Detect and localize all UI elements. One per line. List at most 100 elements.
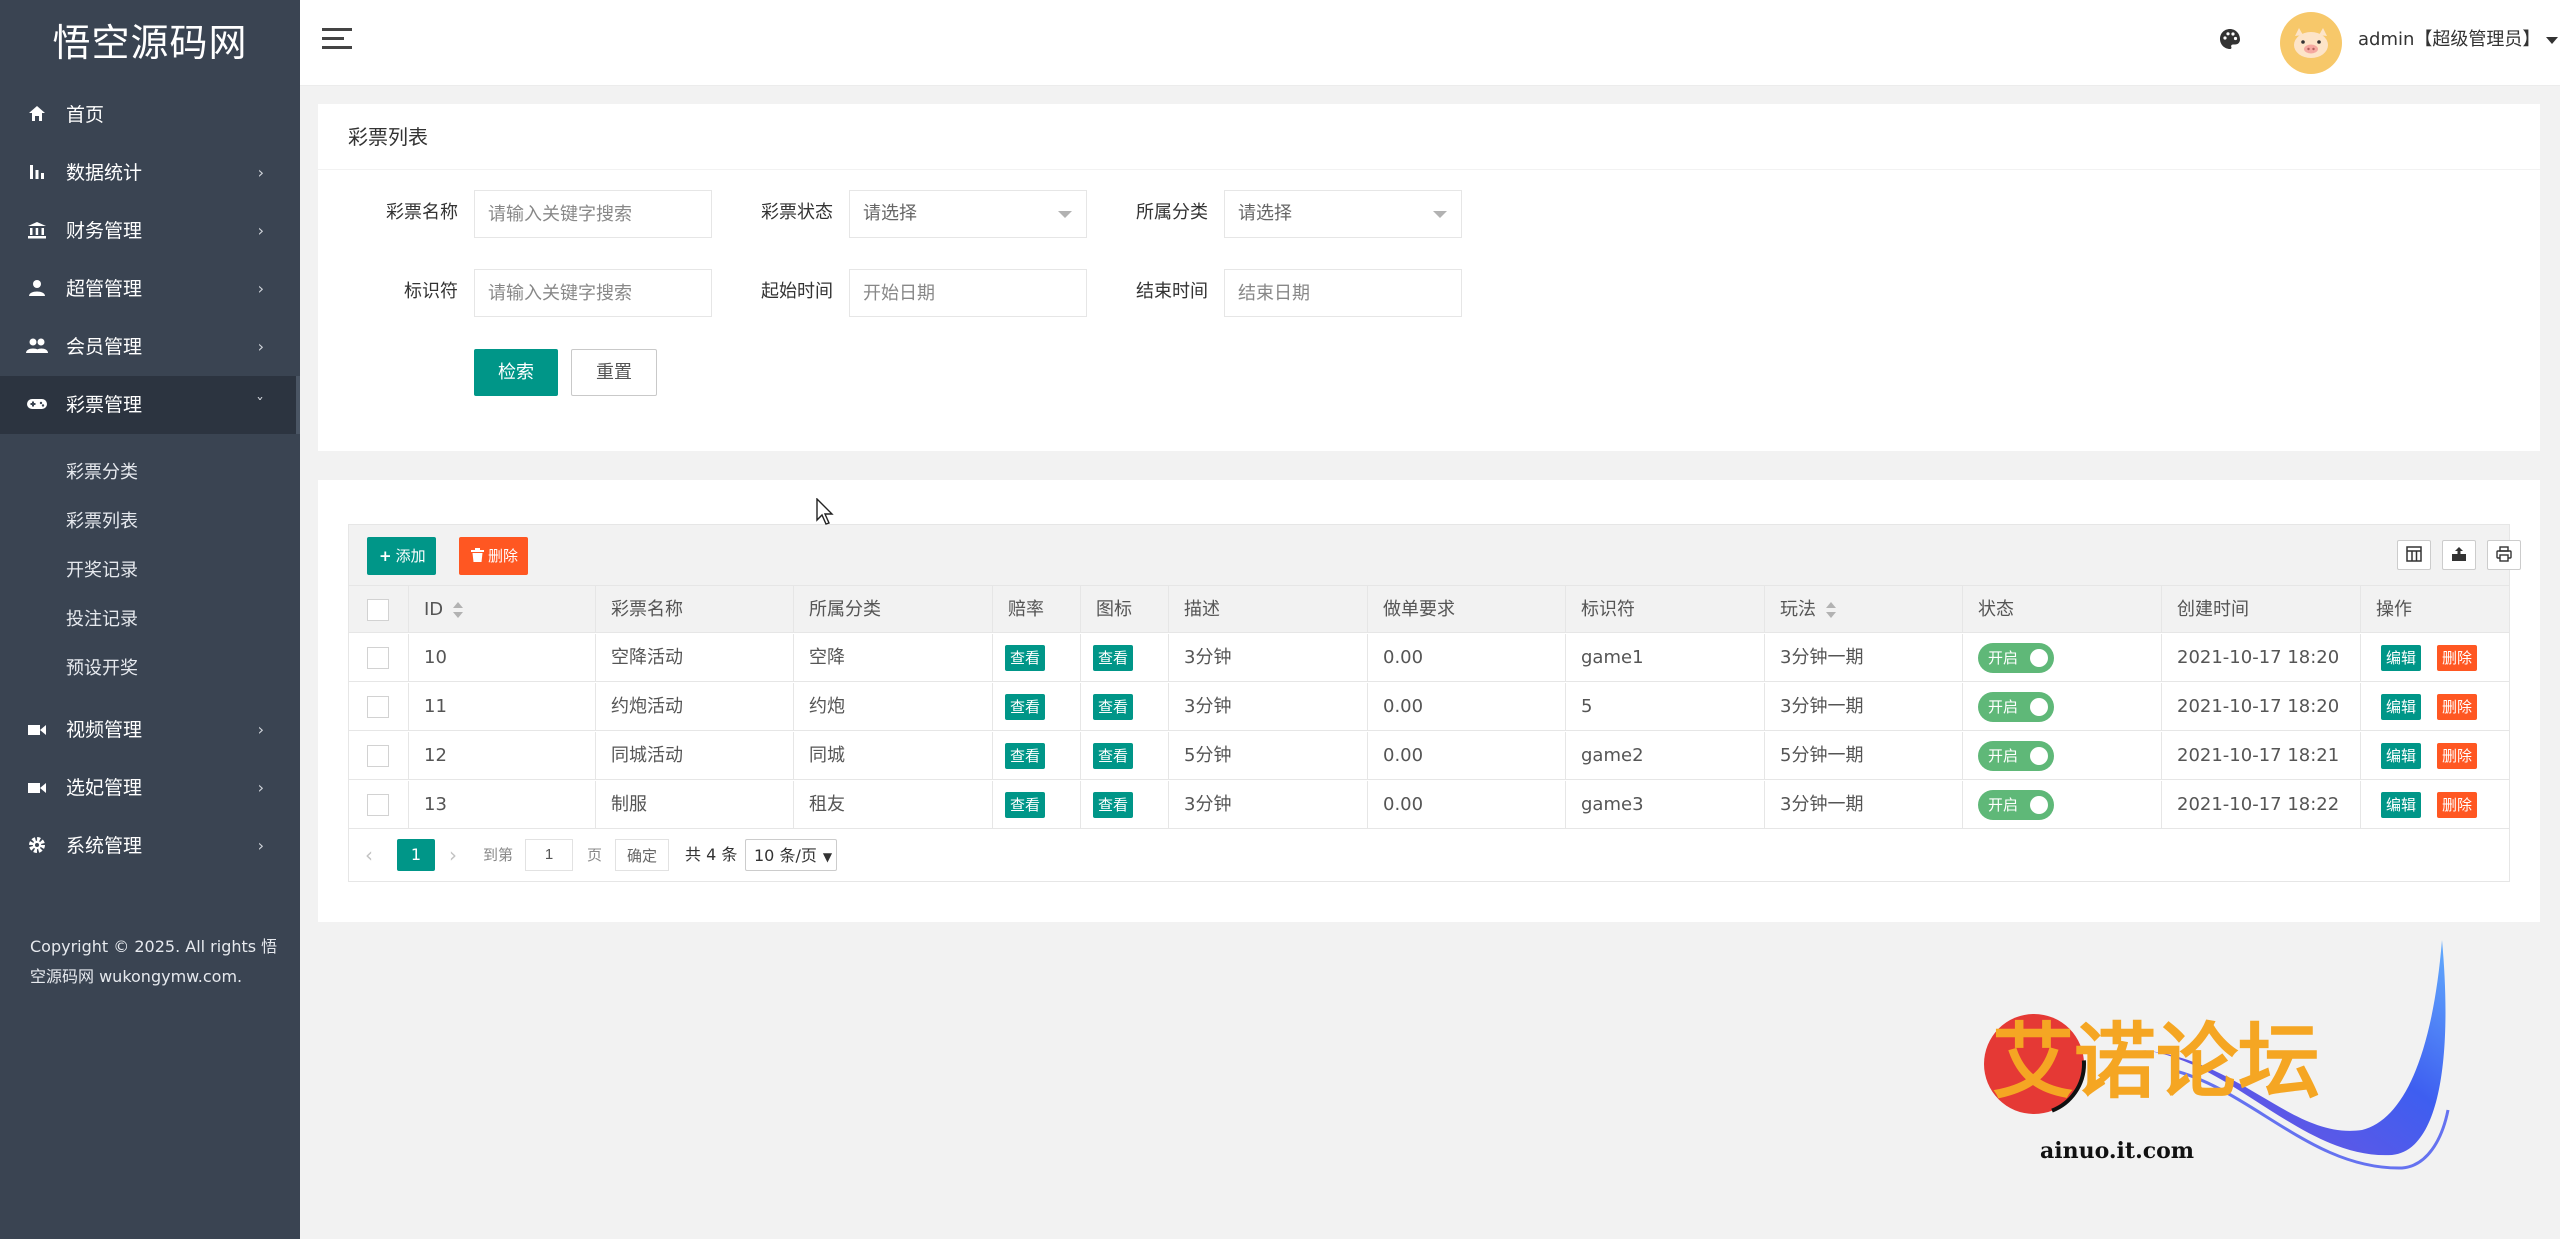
row-checkbox[interactable] xyxy=(367,647,389,669)
view-button[interactable]: 查看 xyxy=(1093,645,1134,671)
reset-button[interactable]: 重置 xyxy=(571,349,657,396)
row-checkbox[interactable] xyxy=(367,794,389,816)
row-created-time: 2021-10-17 18:20 xyxy=(2162,634,2361,681)
view-button[interactable]: 查看 xyxy=(1005,694,1046,720)
submenu-item-preset-draw[interactable]: 预设开奖 xyxy=(0,644,300,693)
row-actions: 编辑 删除 xyxy=(2361,683,2509,730)
user-menu[interactable]: admin【超级管理员】 xyxy=(2358,0,2559,80)
palette-icon[interactable] xyxy=(2218,27,2246,55)
view-button[interactable]: 查看 xyxy=(1005,743,1046,769)
view-button[interactable]: 查看 xyxy=(1005,792,1046,818)
search-button[interactable]: 检索 xyxy=(474,349,558,396)
video-icon xyxy=(26,759,48,817)
delete-button[interactable]: 删除 xyxy=(2437,694,2478,720)
status-select[interactable]: 请选择 xyxy=(849,190,1087,238)
header-play[interactable]: 玩法 xyxy=(1765,586,1963,632)
header-created-time: 创建时间 xyxy=(2162,586,2361,632)
menu-toggle-icon[interactable] xyxy=(322,28,352,58)
bar-chart-icon xyxy=(26,144,48,202)
toggle-knob xyxy=(2030,747,2048,765)
chevron-right-icon: › xyxy=(257,778,264,797)
sidebar-item-concubine[interactable]: 选妃管理 › xyxy=(0,759,300,817)
view-button[interactable]: 查看 xyxy=(1093,694,1134,720)
status-toggle[interactable]: 开启 xyxy=(1978,643,2054,673)
submenu-item-draw-records[interactable]: 开奖记录 xyxy=(0,546,300,595)
edit-button[interactable]: 编辑 xyxy=(2381,743,2422,769)
sidebar-item-members[interactable]: 会员管理 › xyxy=(0,318,300,376)
sidebar-item-label: 彩票管理 xyxy=(66,394,143,416)
export-icon[interactable] xyxy=(2442,540,2476,570)
status-toggle[interactable]: 开启 xyxy=(1978,692,2054,722)
chevron-right-icon: › xyxy=(257,279,264,298)
row-checkbox[interactable] xyxy=(367,745,389,767)
row-created-time: 2021-10-17 18:20 xyxy=(2162,683,2361,730)
delete-button[interactable]: 删除 xyxy=(2437,743,2478,769)
status-toggle-label: 开启 xyxy=(1988,649,2019,667)
odds-view: 查看 xyxy=(993,634,1081,681)
header-order-requirement: 做单要求 xyxy=(1368,586,1566,632)
view-button[interactable]: 查看 xyxy=(1093,792,1134,818)
sidebar-item-statistics[interactable]: 数据统计 › xyxy=(0,144,300,202)
sidebar-item-finance[interactable]: 财务管理 › xyxy=(0,202,300,260)
end-date-input[interactable] xyxy=(1224,269,1462,317)
app-logo[interactable]: 悟空源码网 xyxy=(0,0,300,86)
columns-filter-icon[interactable] xyxy=(2397,540,2431,570)
status-toggle[interactable]: 开启 xyxy=(1978,790,2054,820)
select-all-checkbox[interactable] xyxy=(367,599,389,621)
sort-icon[interactable] xyxy=(1826,602,1836,618)
view-button[interactable]: 查看 xyxy=(1005,645,1046,671)
status-toggle[interactable]: 开启 xyxy=(1978,741,2054,771)
users-icon xyxy=(26,318,48,376)
edit-button[interactable]: 编辑 xyxy=(2381,645,2422,671)
sidebar-item-home[interactable]: 首页 xyxy=(0,86,300,144)
lottery-name-input[interactable] xyxy=(474,190,712,238)
page-size-select[interactable]: 10 条/页 ▼ xyxy=(745,839,838,871)
row-play: 3分钟一期 xyxy=(1765,634,1963,681)
view-button[interactable]: 查看 xyxy=(1093,743,1134,769)
sidebar-item-video[interactable]: 视频管理 › xyxy=(0,701,300,759)
row-name: 制服 xyxy=(596,781,794,828)
sidebar-item-admins[interactable]: 超管管理 › xyxy=(0,260,300,318)
edit-button[interactable]: 编辑 xyxy=(2381,694,2422,720)
row-name: 约炮活动 xyxy=(596,683,794,730)
row-checkbox[interactable] xyxy=(367,696,389,718)
goto-confirm-button[interactable]: 确定 xyxy=(615,839,670,871)
header-name: 彩票名称 xyxy=(596,586,794,632)
batch-delete-button[interactable]: 删除 xyxy=(459,537,529,575)
page-unit-label: 页 xyxy=(587,846,603,864)
sidebar-item-system[interactable]: 系统管理 › xyxy=(0,817,300,875)
key-input[interactable] xyxy=(474,269,712,317)
submenu-item-lottery-category[interactable]: 彩票分类 xyxy=(0,448,300,497)
header-category: 所属分类 xyxy=(794,586,993,632)
submenu-item-bet-records[interactable]: 投注记录 xyxy=(0,595,300,644)
page-1-button[interactable]: 1 xyxy=(397,839,435,871)
goto-page-input[interactable] xyxy=(525,839,573,871)
sidebar-item-label: 视频管理 xyxy=(66,719,143,741)
copyright-text: Copyright © 2025. All rights 悟空源码网 wukon… xyxy=(30,937,278,986)
chevron-right-icon: › xyxy=(257,221,264,240)
row-category: 空降 xyxy=(794,634,993,681)
next-page-icon[interactable]: › xyxy=(449,839,457,871)
avatar[interactable] xyxy=(2280,12,2342,74)
header-id[interactable]: ID xyxy=(409,586,596,632)
sort-icon[interactable] xyxy=(453,602,464,618)
category-select-value: 请选择 xyxy=(1238,203,1292,224)
start-date-input[interactable] xyxy=(849,269,1087,317)
icon-view: 查看 xyxy=(1081,781,1169,828)
prev-page-icon[interactable]: ‹ xyxy=(365,839,373,871)
print-icon[interactable] xyxy=(2487,540,2521,570)
submenu-item-lottery-list[interactable]: 彩票列表 xyxy=(0,497,300,546)
row-id: 13 xyxy=(409,781,596,828)
chevron-right-icon: › xyxy=(257,836,264,855)
sidebar-item-lottery[interactable]: 彩票管理 ˇ xyxy=(0,376,300,434)
delete-button[interactable]: 删除 xyxy=(2437,792,2478,818)
edit-button[interactable]: 编辑 xyxy=(2381,792,2422,818)
table-toolbar: + 添加 删除 xyxy=(349,525,2521,586)
category-select[interactable]: 请选择 xyxy=(1224,190,1462,238)
delete-button[interactable]: 删除 xyxy=(2437,645,2478,671)
sidebar-item-label: 首页 xyxy=(66,104,105,126)
add-button[interactable]: + 添加 xyxy=(367,537,436,575)
toggle-knob xyxy=(2030,796,2048,814)
start-time-label: 起始时间 xyxy=(761,281,833,302)
status-toggle-label: 开启 xyxy=(1988,698,2019,716)
